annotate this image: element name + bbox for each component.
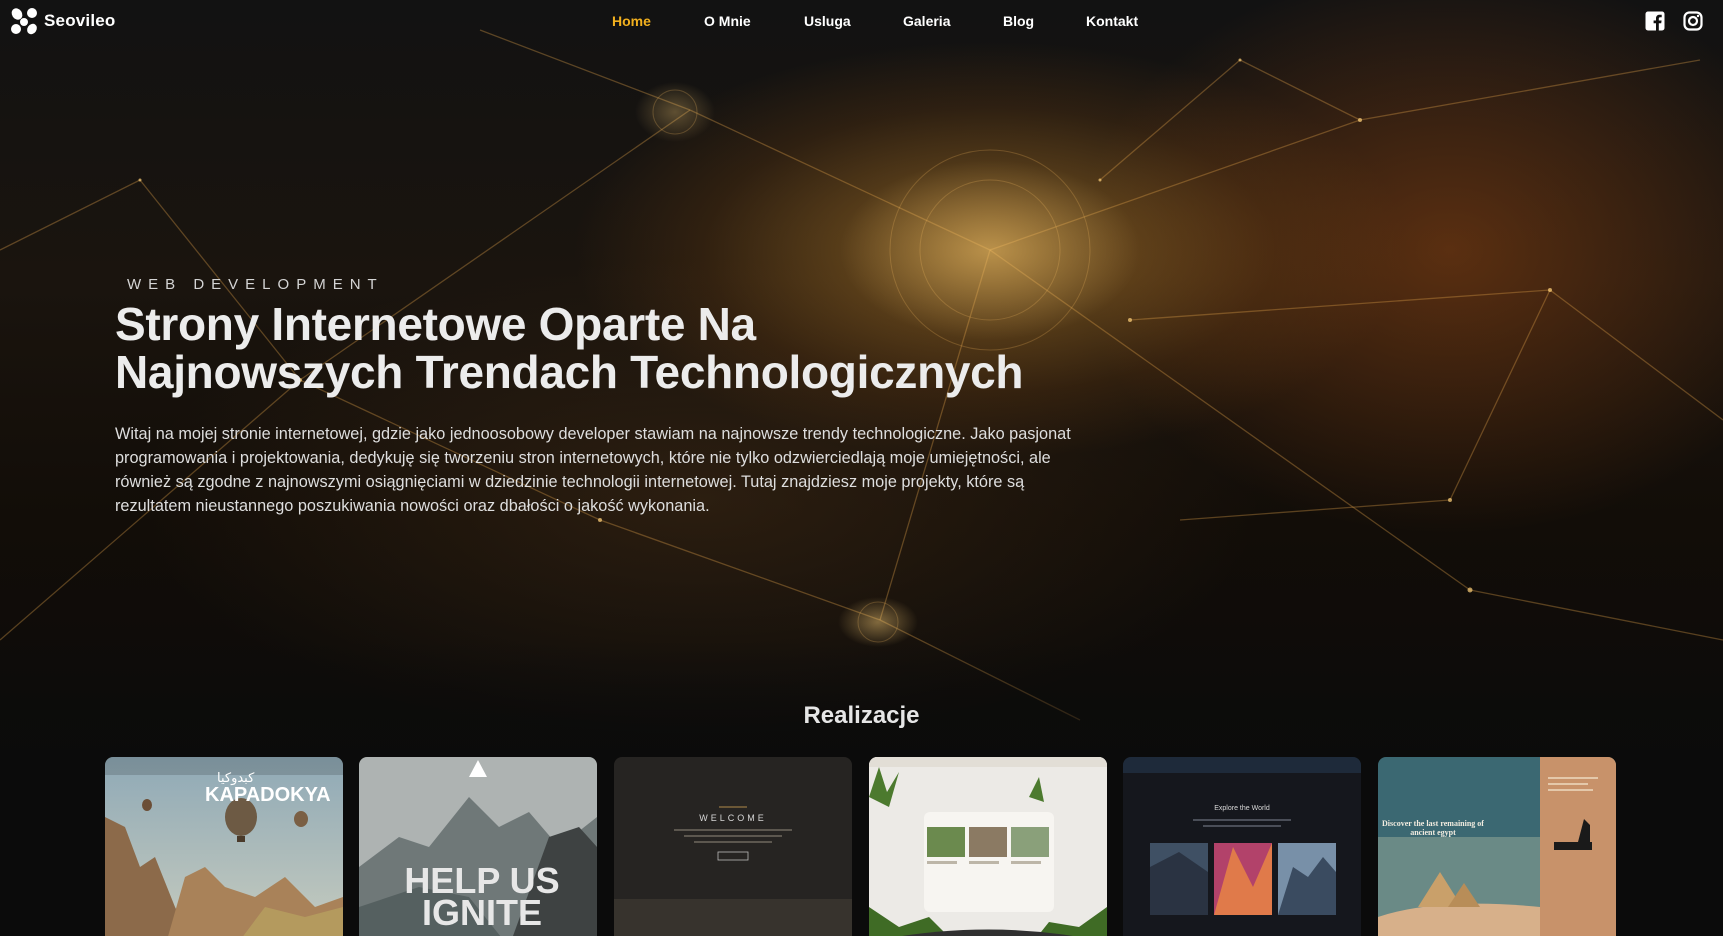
nav-kontakt[interactable]: Kontakt bbox=[1086, 13, 1138, 29]
hero-eyebrow: WEB DEVELOPMENT bbox=[127, 276, 384, 293]
nav-o-mnie[interactable]: O Mnie bbox=[704, 13, 751, 29]
portfolio-card-kapadokya[interactable]: كبدوكيا KAPADOKYA bbox=[105, 757, 343, 936]
card-thumbnail bbox=[1123, 757, 1361, 936]
portfolio-card-real-estate[interactable] bbox=[869, 757, 1107, 936]
main-nav: Home O Mnie Usluga Galeria Blog Kontakt bbox=[0, 13, 1723, 33]
portfolio-card-welcome[interactable]: WELCOME bbox=[614, 757, 852, 936]
hero-title: Strony Internetowe Oparte Na Najnowszych… bbox=[115, 300, 1115, 396]
portfolio-card-egypt[interactable]: Discover the last remaining of ancient e… bbox=[1378, 757, 1616, 936]
instagram-icon[interactable] bbox=[1683, 11, 1703, 31]
card-overlay-title: Explore the World bbox=[1214, 805, 1270, 812]
hero-title-line1: Strony Internetowe Oparte Na bbox=[115, 298, 756, 350]
portfolio-card-ignite[interactable]: HELP US IGNITE bbox=[359, 757, 597, 936]
card-thumbnail bbox=[1378, 757, 1616, 936]
nav-galeria[interactable]: Galeria bbox=[903, 13, 950, 29]
hero-background bbox=[0, 0, 1723, 800]
card-thumbnail bbox=[614, 757, 852, 936]
card-thumbnail bbox=[869, 757, 1107, 936]
card-overlay-title: Discover the last remaining of ancient e… bbox=[1382, 819, 1484, 837]
nav-usluga[interactable]: Usluga bbox=[804, 13, 851, 29]
card-overlay-title: WELCOME bbox=[699, 813, 767, 823]
card-overlay-title: HELP US IGNITE bbox=[404, 860, 560, 933]
card-overlay-title: KAPADOKYA bbox=[205, 784, 331, 806]
facebook-icon[interactable] bbox=[1645, 11, 1665, 31]
portfolio-card-explore[interactable]: Explore the World bbox=[1123, 757, 1361, 936]
nav-home[interactable]: Home bbox=[612, 13, 651, 29]
hero-title-line2: Najnowszych Trendach Technologicznych bbox=[115, 346, 1024, 398]
site-header: Seovileo Home O Mnie Usluga Galeria Blog… bbox=[0, 0, 1723, 44]
section-title-realizacje: Realizacje bbox=[803, 702, 920, 729]
nav-blog[interactable]: Blog bbox=[1003, 13, 1034, 29]
hero-intro: Witaj na mojej stronie internetowej, gdz… bbox=[115, 425, 1071, 515]
